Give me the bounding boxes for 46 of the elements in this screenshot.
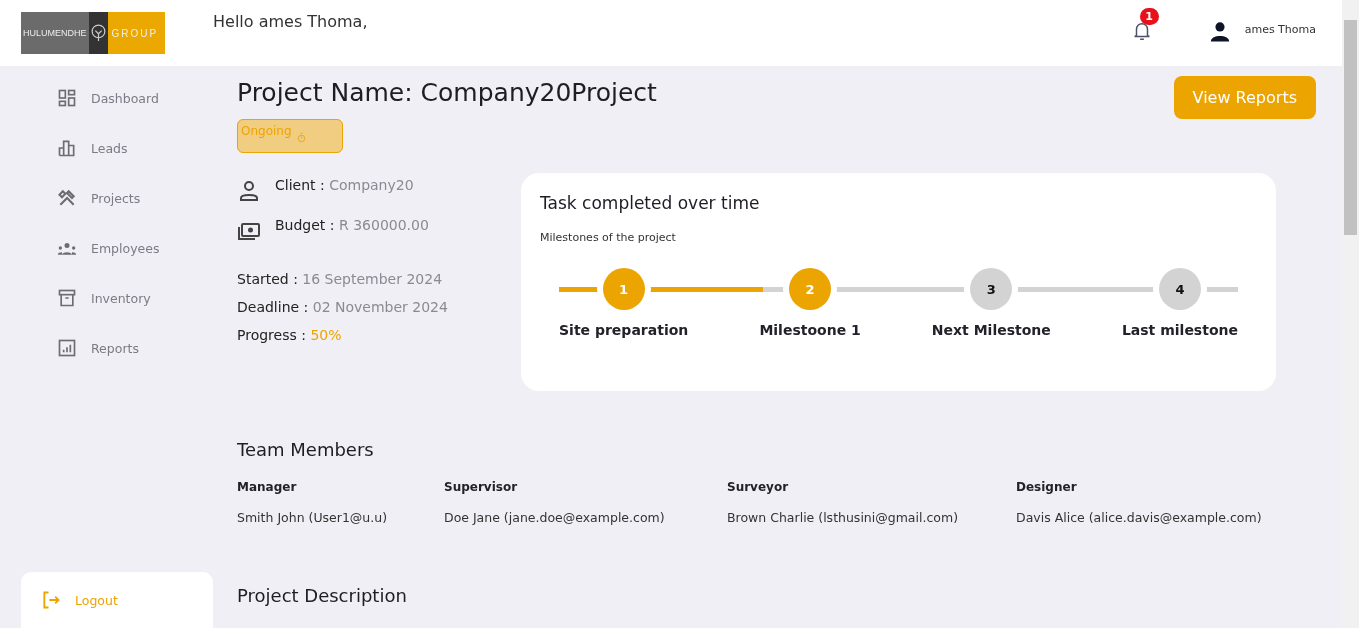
- project-title: Project Name: Company20Project: [237, 78, 657, 107]
- member-name: Smith John (User1@u.u): [237, 510, 389, 525]
- member-name: Brown Charlie (lsthusini@gmail.com): [727, 510, 960, 525]
- sidebar-item[interactable]: Dashboard: [57, 88, 213, 108]
- role-label: Designer: [1016, 480, 1078, 494]
- role-label: Supervisor: [444, 480, 519, 494]
- sidebar-item[interactable]: Employees: [57, 238, 213, 258]
- notification-count: 1: [1139, 8, 1159, 25]
- greeting-text: Hello ames Thoma,: [213, 12, 369, 31]
- bar-chart-icon: [57, 138, 77, 158]
- logout-button[interactable]: Logout: [21, 572, 213, 628]
- card-subtitle: Milestones of the project: [540, 231, 677, 244]
- section-title: Project Description: [237, 585, 408, 606]
- status-badge: Ongoing: [237, 119, 343, 153]
- card-title: Task completed over time: [540, 193, 761, 213]
- user-name[interactable]: ames Thoma: [1244, 23, 1316, 36]
- member-name: Doe Jane (jane.doe@example.com): [444, 510, 666, 525]
- dashboard-icon: [57, 88, 77, 108]
- role-label: Surveyor: [727, 480, 790, 494]
- chart-icon: [57, 338, 77, 358]
- detail-text: Started : 16 September 2024: [237, 271, 444, 287]
- detail-text: Client : Company20: [275, 177, 414, 193]
- logo-text: GROUP: [107, 12, 165, 54]
- stopwatch-icon: [295, 132, 307, 143]
- member-name: Davis Alice (alice.davis@example.com): [1016, 510, 1263, 525]
- role-label: Manager: [237, 480, 298, 494]
- scrollbar-thumb[interactable]: [1344, 20, 1357, 235]
- user-icon: [1208, 20, 1231, 43]
- view-reports-button[interactable]: View Reports: [1173, 76, 1316, 119]
- sidebar-item[interactable]: Leads: [57, 138, 213, 158]
- sidebar-item[interactable]: Inventory: [57, 288, 213, 308]
- detail-text: Budget : R 360000.00: [275, 217, 429, 233]
- person-icon: [237, 179, 261, 203]
- milestone-label: Next Milestone: [931, 322, 1051, 338]
- milestone-label: Milestoone 1: [759, 322, 861, 338]
- sidebar-item[interactable]: Projects: [57, 188, 213, 208]
- logo-text: HULUMENDHE: [21, 12, 89, 54]
- milestone-label: Site preparation: [559, 322, 689, 338]
- logout-icon: [41, 590, 61, 610]
- section-title: Team Members: [237, 439, 375, 460]
- milestone-label: Last milestone: [1121, 322, 1238, 338]
- detail-text: Deadline : 02 November 2024: [237, 299, 449, 315]
- sidebar-item[interactable]: Reports: [57, 338, 213, 358]
- archive-icon: [57, 288, 77, 308]
- detail-text: Progress : 50%: [237, 327, 343, 343]
- scrollbar[interactable]: [1342, 0, 1359, 628]
